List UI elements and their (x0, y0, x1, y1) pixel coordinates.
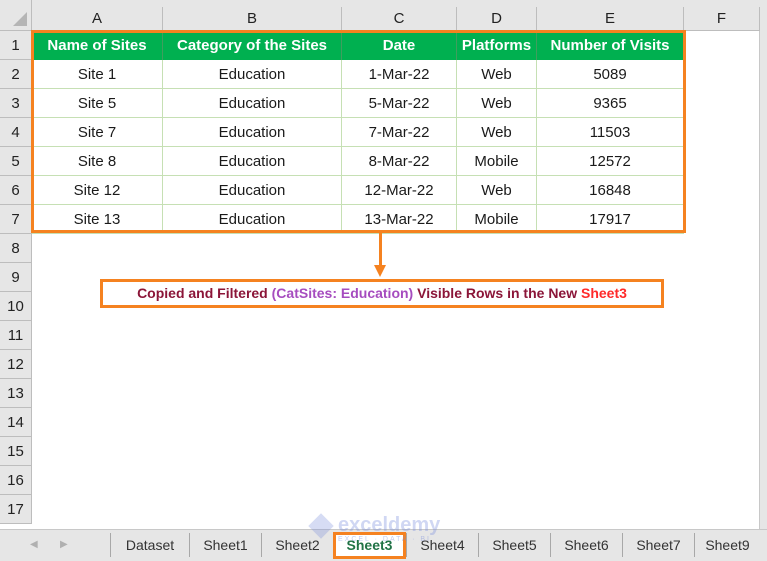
row-header-15[interactable]: 15 (0, 437, 32, 466)
table-cell[interactable]: 12-Mar-22 (342, 176, 457, 205)
sheet-tab-sheet2[interactable]: Sheet2 (261, 533, 333, 557)
column-header-strip (0, 0, 760, 7)
table-cell[interactable]: Mobile (457, 205, 537, 234)
table-header-cell[interactable]: Date (342, 31, 457, 60)
table-cell[interactable]: 12572 (537, 147, 684, 176)
table-cell[interactable]: Site 5 (32, 89, 163, 118)
arrow-down-icon (374, 265, 386, 277)
table-cell[interactable]: 7-Mar-22 (342, 118, 457, 147)
table-cell[interactable]: Education (163, 176, 342, 205)
callout-text-1: Copied and Filtered (137, 285, 272, 301)
callout-text-criteria: (CatSites: Education) (271, 285, 414, 301)
column-header-a[interactable]: A (32, 7, 163, 31)
column-header-f[interactable]: F (684, 7, 760, 31)
table-cell[interactable]: Education (163, 89, 342, 118)
row-header-17[interactable]: 17 (0, 495, 32, 524)
table-cell[interactable]: 8-Mar-22 (342, 147, 457, 176)
row-header-2[interactable]: 2 (0, 60, 32, 89)
table-cell[interactable]: 1-Mar-22 (342, 60, 457, 89)
table-cell[interactable]: Site 7 (32, 118, 163, 147)
table-cell[interactable]: Web (457, 118, 537, 147)
scroll-tabs-right-icon[interactable]: ▶ (60, 539, 68, 550)
table-cell[interactable]: Site 12 (32, 176, 163, 205)
table-cell[interactable]: 16848 (537, 176, 684, 205)
table-cell[interactable]: Web (457, 89, 537, 118)
row-header-4[interactable]: 4 (0, 118, 32, 147)
table-cell[interactable]: Mobile (457, 147, 537, 176)
table-header-cell[interactable]: Category of the Sites (163, 31, 342, 60)
row-header-9[interactable]: 9 (0, 263, 32, 292)
sheet-tab-sheet1[interactable]: Sheet1 (189, 533, 261, 557)
table-header-cell[interactable]: Number of Visits (537, 31, 684, 60)
table-cell[interactable]: Site 1 (32, 60, 163, 89)
sheet-tab-sheet6[interactable]: Sheet6 (550, 533, 622, 557)
table-cell[interactable]: 9365 (537, 89, 684, 118)
sheet-tab-bar: ◀ ▶ Dataset Sheet1 Sheet2 Sheet3 Sheet4 Sheet… (0, 529, 767, 561)
select-all-button[interactable] (0, 0, 32, 31)
sheet-tab-sheet7[interactable]: Sheet7 (622, 533, 694, 557)
callout-annotation: Copied and Filtered (CatSites: Education… (100, 279, 664, 308)
sheet-tab-sheet4[interactable]: Sheet4 (406, 533, 478, 557)
column-header-c[interactable]: C (342, 7, 457, 31)
table-cell[interactable]: Education (163, 205, 342, 234)
table-cell[interactable]: Education (163, 118, 342, 147)
row-header-7[interactable]: 7 (0, 205, 32, 234)
spreadsheet-window: A B C D E F 1 2 3 4 5 6 7 8 9 10 11 12 13 14 15 16 17 Na… (0, 0, 767, 561)
column-header-b[interactable]: B (163, 7, 342, 31)
row-header-6[interactable]: 6 (0, 176, 32, 205)
row-header-14[interactable]: 14 (0, 408, 32, 437)
table-header-cell[interactable]: Name of Sites (32, 31, 163, 60)
row-header-11[interactable]: 11 (0, 321, 32, 350)
row-header-12[interactable]: 12 (0, 350, 32, 379)
row-header-8[interactable]: 8 (0, 234, 32, 263)
table-header-cell[interactable]: Platforms (457, 31, 537, 60)
table-cell[interactable]: 5089 (537, 60, 684, 89)
row-header-16[interactable]: 16 (0, 466, 32, 495)
callout-text-sheet: Sheet3 (581, 285, 627, 301)
column-header-d[interactable]: D (457, 7, 537, 31)
table-cell[interactable]: Education (163, 147, 342, 176)
row-header-5[interactable]: 5 (0, 147, 32, 176)
table-cell[interactable]: 11503 (537, 118, 684, 147)
sheet-tab-sheet3[interactable]: Sheet3 (333, 532, 406, 559)
select-all-triangle-icon (13, 12, 27, 26)
table-cell[interactable]: Web (457, 176, 537, 205)
sheet-tab-dataset[interactable]: Dataset (110, 533, 189, 557)
callout-text-3: Visible Rows in the New (413, 285, 581, 301)
arrow-connector (379, 233, 382, 267)
column-header-e[interactable]: E (537, 7, 684, 31)
table-cell[interactable]: Site 13 (32, 205, 163, 234)
row-header-3[interactable]: 3 (0, 89, 32, 118)
scroll-tabs-left-icon[interactable]: ◀ (30, 539, 38, 550)
row-header-13[interactable]: 13 (0, 379, 32, 408)
table-cell[interactable]: 17917 (537, 205, 684, 234)
table-cell[interactable]: Web (457, 60, 537, 89)
table-cell[interactable]: 5-Mar-22 (342, 89, 457, 118)
row-header-1[interactable]: 1 (0, 31, 32, 60)
worksheet-grid[interactable]: A B C D E F 1 2 3 4 5 6 7 8 9 10 11 12 13 14 15 16 17 Na… (0, 0, 760, 529)
table-cell[interactable]: Site 8 (32, 147, 163, 176)
sheet-tab-sheet5[interactable]: Sheet5 (478, 533, 550, 557)
row-header-10[interactable]: 10 (0, 292, 32, 321)
table-cell[interactable]: 13-Mar-22 (342, 205, 457, 234)
sheet-tab-sheet9[interactable]: Sheet9 (694, 533, 760, 557)
table-cell[interactable]: Education (163, 60, 342, 89)
